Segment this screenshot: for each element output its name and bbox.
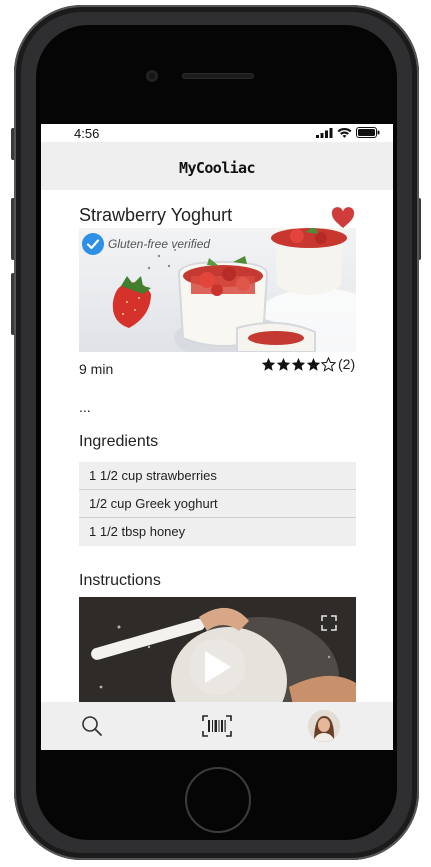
search-icon [82, 716, 102, 736]
favorite-heart-icon[interactable] [331, 207, 355, 229]
recipe-title: Strawberry Yoghurt [79, 205, 233, 225]
instructions-heading: Instructions [79, 572, 161, 589]
ingredient-item: 1 1/2 tbsp honey [79, 518, 356, 546]
app-title: MyCooliac [179, 159, 255, 177]
star-filled-icon [306, 357, 321, 371]
instructions-video[interactable] [79, 597, 356, 702]
battery-icon [356, 127, 380, 138]
app-screen: 4:56 MyCooliac Strawberry Yoghurt Gluten… [41, 124, 393, 750]
verified-check-icon [82, 233, 104, 255]
fullscreen-icon[interactable] [321, 615, 337, 631]
bottom-tab-bar [41, 702, 393, 750]
ingredient-item: 1/2 cup Greek yoghurt [79, 490, 356, 518]
earpiece-speaker [182, 73, 254, 79]
wifi-icon [337, 127, 352, 138]
status-icons [316, 127, 380, 138]
tab-scan[interactable] [201, 702, 233, 750]
status-bar: 4:56 [41, 124, 393, 142]
star-filled-icon [276, 357, 291, 371]
signal-icon [316, 127, 333, 138]
home-button[interactable] [185, 767, 251, 833]
profile-avatar [308, 710, 340, 742]
front-camera [146, 70, 158, 82]
status-time: 4:56 [74, 126, 100, 141]
avatar-portrait [308, 710, 340, 742]
gluten-free-label: Gluten-free verified [108, 237, 211, 251]
tab-profile[interactable] [308, 702, 340, 750]
star-outline-icon [321, 356, 336, 372]
ingredient-item: 1 1/2 cup strawberries [79, 462, 356, 490]
tab-search[interactable] [81, 702, 103, 750]
rating[interactable]: (2) [261, 356, 355, 372]
rating-count: (2) [338, 356, 356, 372]
recipe-photo[interactable]: Gluten-free verified [79, 228, 356, 352]
ingredients-heading: Ingredients [79, 433, 159, 450]
play-icon [205, 651, 231, 683]
video-play-button[interactable] [189, 639, 245, 695]
star-filled-icon [261, 357, 276, 371]
barcode-icon [202, 715, 232, 737]
app-header: MyCooliac [41, 142, 393, 190]
recipe-description: ... [79, 399, 91, 415]
recipe-content[interactable]: Strawberry Yoghurt Gluten-free verified … [41, 190, 393, 702]
cook-time: 9 min [79, 361, 114, 377]
gluten-free-badge: Gluten-free verified [82, 233, 210, 255]
ingredients-list: 1 1/2 cup strawberries 1/2 cup Greek yog… [79, 462, 356, 546]
star-filled-icon [291, 357, 306, 371]
